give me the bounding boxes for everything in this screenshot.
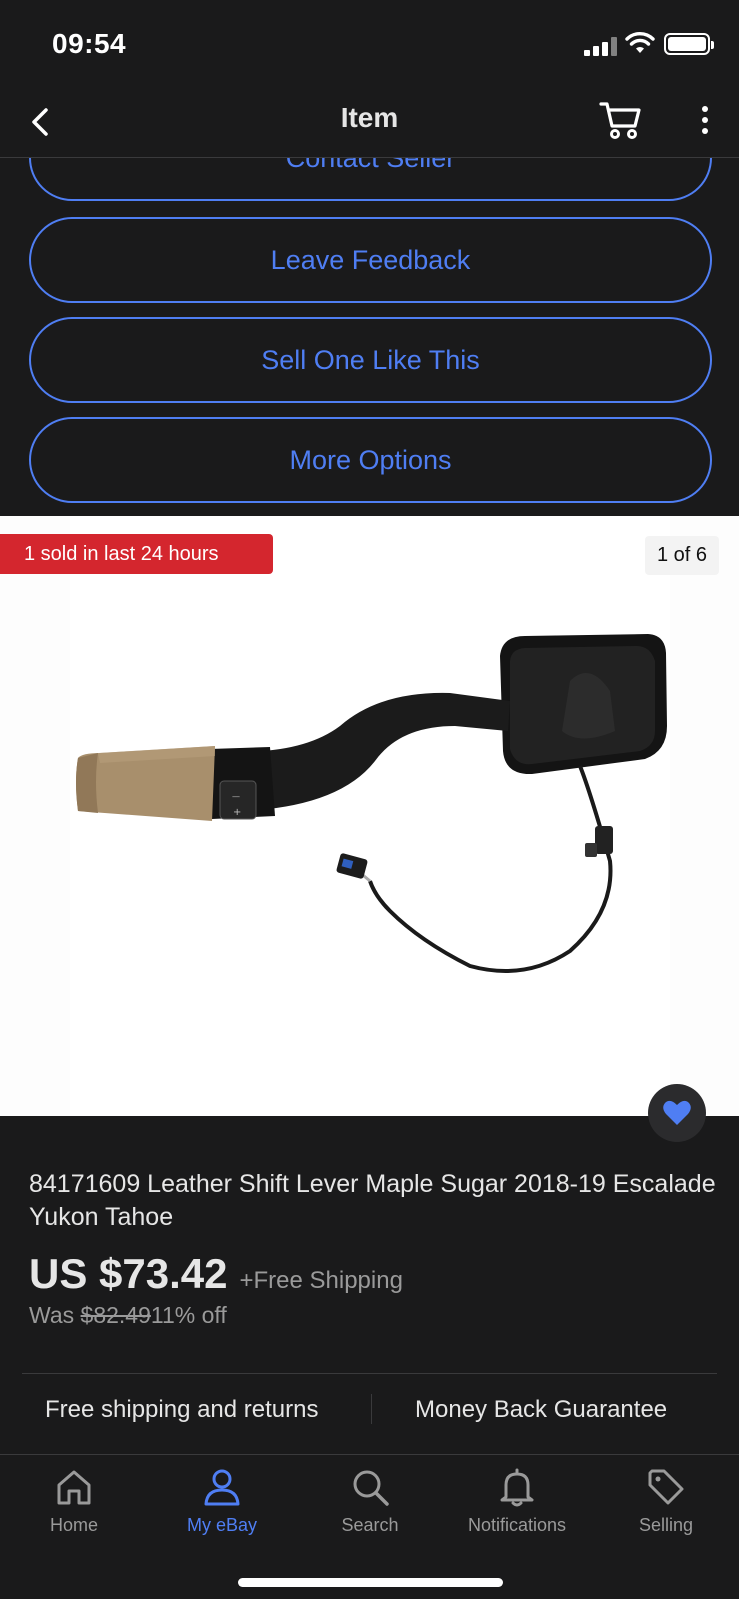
image-counter: 1 of 6 (644, 536, 719, 575)
was-price: $82.49 (80, 1302, 151, 1328)
money-back-guarantee-link[interactable]: Money Back Guarantee (415, 1396, 667, 1424)
user-icon (204, 1469, 240, 1506)
cart-icon (599, 102, 641, 139)
free-shipping-returns-link[interactable]: Free shipping and returns (45, 1396, 319, 1424)
search-icon (353, 1470, 389, 1506)
tab-label: Selling (638, 1515, 694, 1535)
tab-home[interactable]: Home (14, 1467, 134, 1547)
svg-text:—: — (232, 792, 240, 801)
product-image: — + (76, 634, 667, 973)
nav-header: Item (0, 90, 739, 158)
status-time: 09:54 (52, 28, 127, 59)
more-options-icon[interactable] (692, 100, 718, 140)
home-indicator (238, 1578, 503, 1587)
more-options-button[interactable]: More Options (29, 417, 712, 503)
tab-my-ebay[interactable]: My eBay (162, 1467, 282, 1547)
tag-icon (648, 1469, 684, 1505)
watch-button[interactable] (648, 1084, 706, 1142)
contact-seller-button[interactable]: Contact Seller (29, 158, 712, 201)
divider (371, 1394, 372, 1424)
image-gallery[interactable]: — + 1 sold in last 24 hours 1 of 6 (0, 516, 739, 1142)
shipping-note: +Free Shipping (239, 1267, 403, 1294)
bell-icon (500, 1468, 534, 1507)
seller-actions: Contact Seller Leave Feedback Sell One L… (0, 158, 739, 516)
chevron-left-icon (32, 108, 48, 136)
battery-icon (664, 33, 714, 55)
cart-button[interactable] (598, 96, 644, 142)
signal-icon (584, 36, 618, 56)
back-button[interactable] (22, 102, 62, 142)
was-label: Was (29, 1302, 75, 1328)
was-price-row: Was $82.4911% off (29, 1302, 227, 1329)
item-price: US $73.42 (29, 1250, 228, 1297)
discount: 11% off (150, 1302, 227, 1328)
home-icon (57, 1470, 91, 1505)
item-title: 84171609 Leather Shift Lever Maple Sugar… (29, 1170, 716, 1231)
tab-notifications[interactable]: Notifications (457, 1467, 577, 1547)
status-bar: 09:54 (0, 0, 739, 90)
tab-label: Search (341, 1515, 399, 1535)
tab-search[interactable]: Search (310, 1467, 430, 1547)
guarantee-row: Free shipping and returns Money Back Gua… (0, 1374, 739, 1448)
wifi-icon (625, 32, 655, 53)
leave-feedback-button[interactable]: Leave Feedback (29, 217, 712, 303)
svg-text:+: + (233, 807, 241, 818)
sold-badge: 1 sold in last 24 hours (0, 534, 273, 574)
tab-label: My eBay (186, 1515, 258, 1535)
tab-selling[interactable]: Selling (606, 1467, 726, 1547)
tab-label: Home (49, 1515, 98, 1535)
heart-icon (663, 1100, 691, 1125)
tab-label: Notifications (467, 1515, 567, 1535)
sell-one-like-this-button[interactable]: Sell One Like This (29, 317, 712, 403)
price-row: US $73.42 +Free Shipping (29, 1250, 403, 1298)
